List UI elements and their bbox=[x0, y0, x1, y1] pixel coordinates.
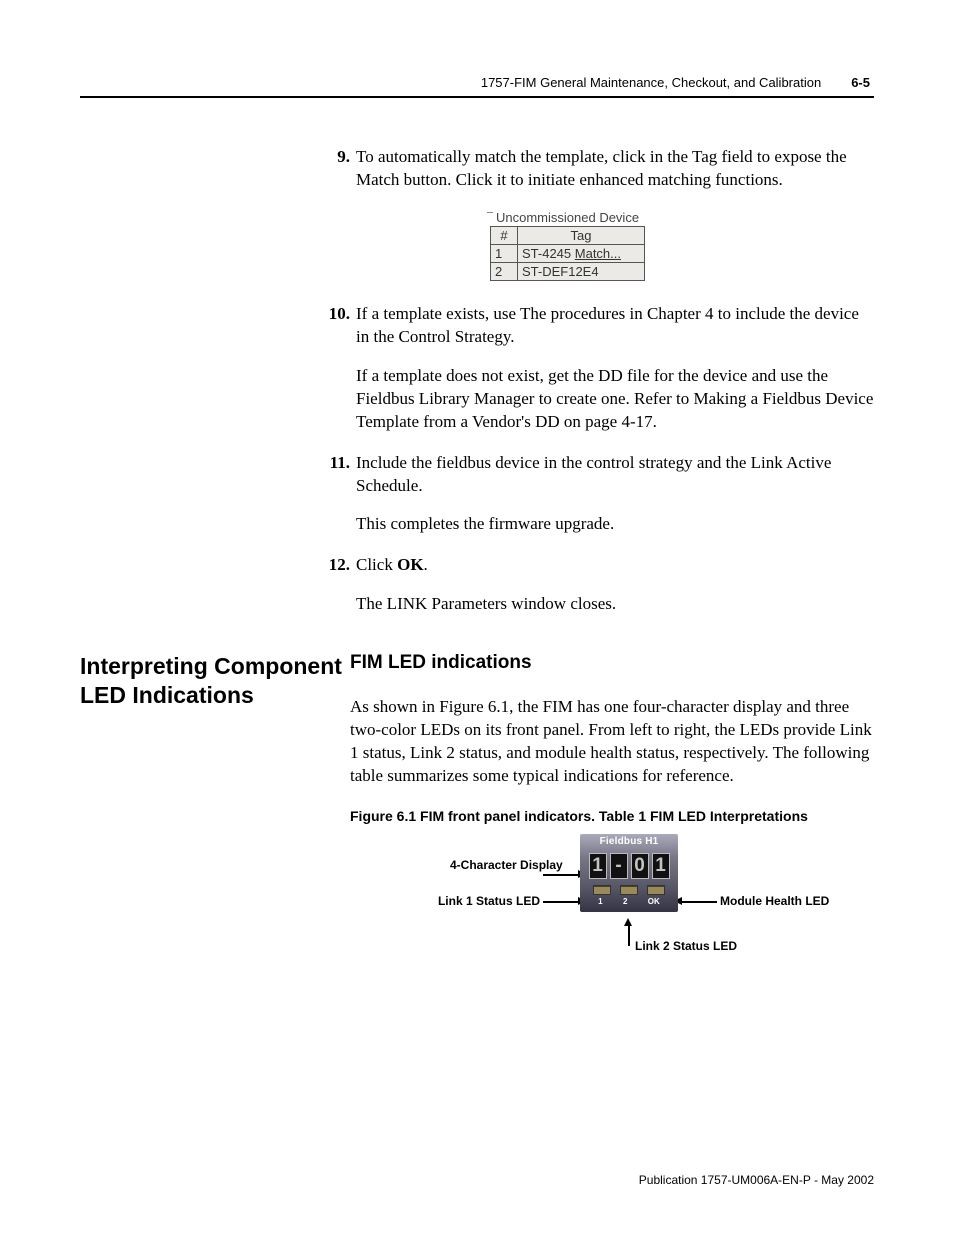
section-heading: Interpreting Component LED Indications bbox=[80, 652, 350, 710]
step-text: This completes the firmware upgrade. bbox=[356, 513, 874, 536]
four-char-display: 1 - 0 1 bbox=[580, 851, 678, 885]
step-text-part: Click bbox=[356, 555, 397, 574]
device-title: Fieldbus H1 bbox=[580, 834, 678, 851]
led-2-icon bbox=[620, 885, 638, 895]
arrow-line bbox=[543, 901, 578, 903]
led-1-icon bbox=[593, 885, 611, 895]
arrow-line bbox=[628, 926, 630, 946]
display-char: 0 bbox=[631, 853, 649, 879]
row-number: 2 bbox=[491, 262, 518, 280]
fim-device-panel: Fieldbus H1 1 - 0 1 1 2 bbox=[580, 834, 678, 912]
arrow-line bbox=[543, 874, 578, 876]
tag-cell[interactable]: ST-DEF12E4 bbox=[518, 262, 645, 280]
step-10: 10. If a template exists, use The proced… bbox=[350, 303, 874, 434]
led-row bbox=[580, 885, 678, 897]
step-text: The LINK Parameters window closes. bbox=[356, 593, 874, 616]
led-label: 2 bbox=[623, 897, 627, 906]
table-row: 2 ST-DEF12E4 bbox=[491, 262, 645, 280]
step-number: 11. bbox=[320, 452, 356, 537]
page-number: 6-5 bbox=[851, 75, 870, 90]
display-char: 1 bbox=[589, 853, 607, 879]
publication-footer: Publication 1757-UM006A-EN-P - May 2002 bbox=[639, 1173, 874, 1187]
led-ok-icon bbox=[647, 885, 665, 895]
row-number: 1 bbox=[491, 244, 518, 262]
section-paragraph: As shown in Figure 6.1, the FIM has one … bbox=[350, 696, 874, 788]
tag-value: ST-4245 bbox=[522, 246, 575, 261]
arrow-head-icon bbox=[624, 918, 632, 926]
display-char: 1 bbox=[652, 853, 670, 879]
match-button[interactable]: Match... bbox=[575, 246, 621, 261]
label-link1-led: Link 1 Status LED bbox=[420, 894, 540, 908]
ok-label: OK bbox=[397, 555, 423, 574]
led-label: OK bbox=[648, 897, 660, 906]
led-label: 1 bbox=[598, 897, 602, 906]
step-text: If a template exists, use The procedures… bbox=[356, 303, 874, 349]
step-number: 10. bbox=[320, 303, 356, 434]
step-text: Click OK. bbox=[356, 554, 874, 577]
step-9: 9. To automatically match the template, … bbox=[350, 146, 874, 192]
display-char: - bbox=[610, 853, 628, 879]
uncommissioned-device-panel: Uncommissioned Device # Tag 1 ST-4245 Ma… bbox=[490, 210, 645, 281]
table-row: 1 ST-4245 Match... bbox=[491, 244, 645, 262]
arrow-line bbox=[682, 901, 717, 903]
tag-cell[interactable]: ST-4245 Match... bbox=[518, 244, 645, 262]
header-title: 1757-FIM General Maintenance, Checkout, … bbox=[481, 75, 821, 90]
device-table: # Tag 1 ST-4245 Match... 2 ST-DEF12E4 bbox=[490, 226, 645, 281]
step-text: Include the fieldbus device in the contr… bbox=[356, 452, 874, 498]
led-labels: 1 2 OK bbox=[580, 897, 678, 906]
header-rule bbox=[80, 96, 874, 98]
label-module-health-led: Module Health LED bbox=[720, 894, 829, 908]
label-4char-display: 4-Character Display bbox=[450, 858, 540, 872]
col-header-number: # bbox=[491, 226, 518, 244]
figure-6-1: 4-Character Display Link 1 Status LED Mo… bbox=[410, 834, 810, 994]
page-header: 1757-FIM General Maintenance, Checkout, … bbox=[80, 75, 874, 90]
step-text: If a template does not exist, get the DD… bbox=[356, 365, 874, 434]
step-text: To automatically match the template, cli… bbox=[356, 146, 874, 192]
col-header-tag: Tag bbox=[518, 226, 645, 244]
step-12: 12. Click OK. The LINK Parameters window… bbox=[350, 554, 874, 616]
label-link2-led: Link 2 Status LED bbox=[635, 939, 737, 953]
section-interpreting: Interpreting Component LED Indications F… bbox=[80, 652, 874, 994]
panel-title: Uncommissioned Device bbox=[490, 210, 645, 226]
step-text-part: . bbox=[424, 555, 428, 574]
figure-caption: Figure 6.1 FIM front panel indicators. T… bbox=[350, 808, 874, 824]
step-11: 11. Include the fieldbus device in the c… bbox=[350, 452, 874, 537]
step-number: 9. bbox=[320, 146, 356, 192]
step-number: 12. bbox=[320, 554, 356, 616]
subsection-heading: FIM LED indications bbox=[350, 652, 874, 674]
